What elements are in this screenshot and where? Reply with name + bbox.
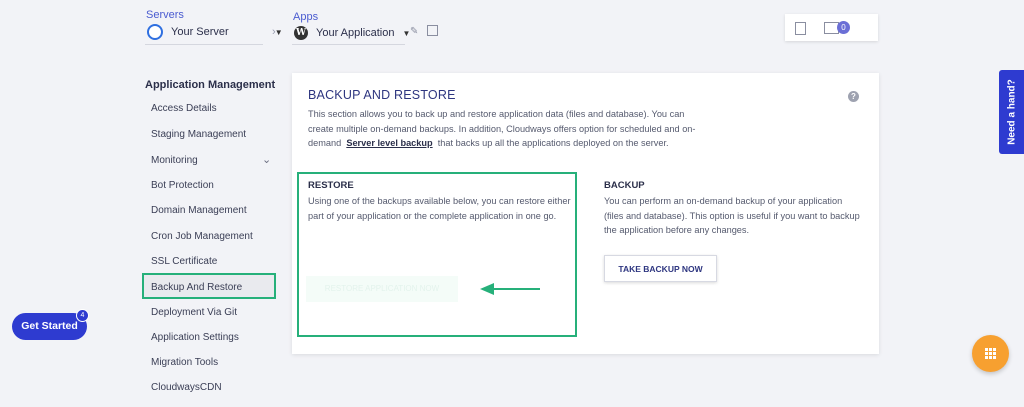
sidebar-item-ssl-certificate[interactable]: SSL Certificate [151, 256, 217, 267]
restore-title: RESTORE [308, 180, 354, 191]
backup-line-3: the application before any changes. [604, 225, 750, 235]
edit-pencil-icon[interactable]: ✎ [410, 26, 418, 37]
app-name: Your Application [316, 27, 395, 39]
get-started-badge: 4 [76, 309, 89, 322]
apps-grid-fab[interactable] [972, 335, 1009, 372]
restore-application-button[interactable]: RESTORE APPLICATION NOW [306, 276, 458, 302]
arrow-left-icon [480, 283, 540, 295]
apps-label: Apps [293, 11, 319, 23]
grid-icon [985, 348, 996, 359]
list-icon[interactable] [795, 22, 806, 35]
desc-line-3-start: demand [308, 138, 342, 148]
app-selector[interactable]: W Your Application ▼ [294, 26, 410, 40]
sidebar-item-backup-and-restore[interactable]: Backup And Restore [151, 282, 242, 293]
server-level-backup-link[interactable]: Server level backup [346, 138, 432, 148]
need-a-hand-tab[interactable]: Need a hand? [999, 70, 1024, 154]
sidebar-item-cron-job-management[interactable]: Cron Job Management [151, 231, 253, 242]
servers-label: Servers [146, 9, 184, 21]
server-name: Your Server [171, 26, 229, 38]
backup-line-1: You can perform an on-demand backup of y… [604, 196, 843, 206]
sidebar-item-migration-tools[interactable]: Migration Tools [151, 357, 218, 368]
restore-line-2: part of your application or the complete… [308, 210, 557, 221]
cloudways-logo-icon [147, 24, 163, 40]
page-title: BACKUP AND RESTORE [308, 88, 456, 102]
wordpress-logo-icon: W [294, 26, 308, 40]
breadcrumb-separator-icon: › [272, 26, 276, 38]
chevron-down-icon[interactable]: ⌄ [262, 153, 271, 166]
sidebar-item-domain-management[interactable]: Domain Management [151, 205, 247, 216]
desc-line-3: demand Server level backup that backs up… [308, 136, 718, 151]
restore-line-1: Using one of the backups available below… [308, 196, 571, 206]
external-link-icon[interactable] [427, 25, 438, 36]
server-selector-underline [145, 44, 263, 45]
restore-description: Using one of the backups available below… [308, 194, 573, 223]
sidebar-item-monitoring[interactable]: Monitoring [151, 155, 198, 166]
app-selector-underline [292, 44, 405, 45]
sidebar-title: Application Management [145, 79, 276, 91]
section-description: This section allows you to back up and r… [308, 107, 718, 151]
desc-line-2: create multiple on-demand backups. In ad… [308, 123, 696, 134]
backup-title: BACKUP [604, 180, 645, 191]
desc-line-1: This section allows you to back up and r… [308, 109, 685, 119]
sidebar-item-bot-protection[interactable]: Bot Protection [151, 180, 214, 191]
server-selector[interactable]: Your Server ▼ [147, 24, 283, 40]
sidebar-item-application-settings[interactable]: Application Settings [151, 332, 239, 343]
backup-description: You can perform an on-demand backup of y… [604, 194, 869, 238]
sidebar-item-access-details[interactable]: Access Details [151, 103, 217, 114]
desc-line-3-end: that backs up all the applications deplo… [437, 138, 669, 148]
top-icons-bar: 0 [785, 14, 878, 41]
backup-line-2: (files and database). This option is use… [604, 210, 860, 221]
help-icon[interactable]: ? [848, 91, 859, 102]
sidebar-item-cloudwayscdn[interactable]: CloudwaysCDN [151, 382, 222, 393]
sidebar-item-deployment-via-git[interactable]: Deployment Via Git [151, 307, 237, 318]
take-backup-now-button[interactable]: TAKE BACKUP NOW [604, 255, 717, 282]
notification-badge: 0 [837, 21, 850, 34]
sidebar-item-staging-management[interactable]: Staging Management [151, 129, 246, 140]
need-a-hand-label: Need a hand? [1006, 79, 1017, 145]
